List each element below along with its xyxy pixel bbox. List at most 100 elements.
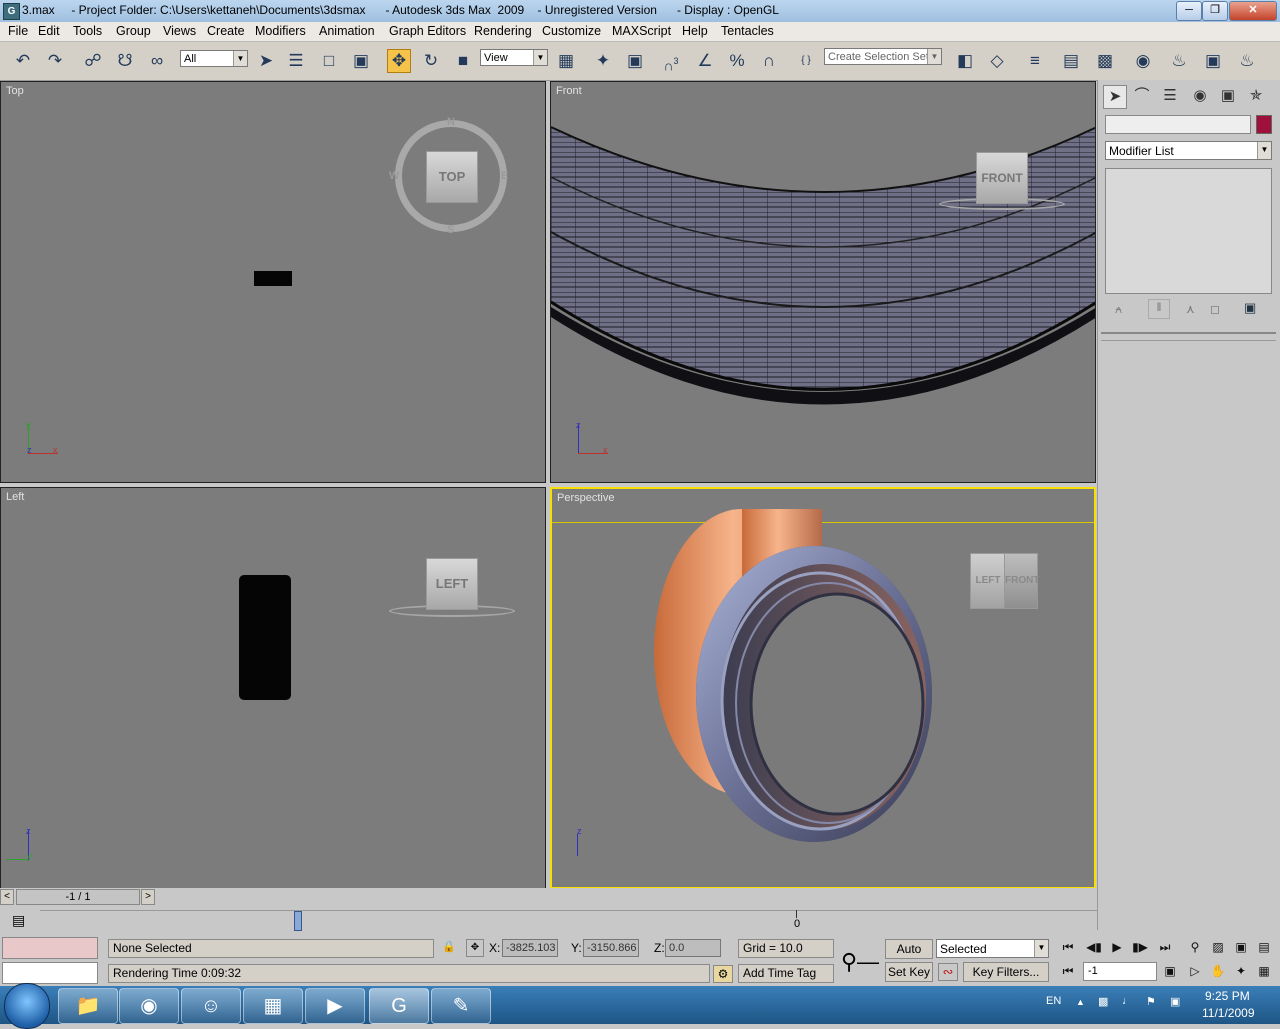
select-and-move-icon[interactable]: ✥: [387, 49, 411, 73]
auto-key-button[interactable]: Auto Key: [885, 939, 933, 974]
mirror-icon[interactable]: ◧: [954, 50, 976, 72]
close-icon[interactable]: ✕: [1229, 1, 1277, 21]
viewport-front[interactable]: Front FRONT z x: [550, 81, 1096, 483]
make-unique-icon[interactable]: ⋏: [1186, 302, 1195, 316]
select-and-scale-icon[interactable]: ■: [452, 50, 474, 72]
unlink-icon[interactable]: ☋: [114, 50, 136, 72]
manipulate-icon[interactable]: ✦: [592, 50, 614, 72]
selection-filter-dropdown[interactable]: All ▼: [180, 50, 248, 67]
angle-snap-icon[interactable]: ∠: [694, 50, 716, 72]
utilities-icon[interactable]: ✯: [1245, 85, 1267, 107]
next-frame-arrow-icon[interactable]: >: [141, 889, 155, 905]
zoom-extents-icon[interactable]: ▣: [1231, 938, 1251, 956]
pin-stack-icon[interactable]: ⍲: [1115, 302, 1122, 317]
key-mode-toggle-icon[interactable]: ⏮: [1058, 962, 1078, 980]
zoom-all-icon[interactable]: ▨: [1208, 938, 1228, 956]
start-button[interactable]: [4, 983, 50, 1029]
time-slider[interactable]: -1 / 1: [16, 889, 140, 905]
viewport-label[interactable]: Left: [6, 491, 24, 503]
pivot-center-icon[interactable]: ▦: [555, 50, 577, 72]
previous-frame-icon[interactable]: ◀▮: [1084, 938, 1104, 956]
align-icon[interactable]: ◇: [986, 50, 1008, 72]
calculator-icon[interactable]: ▦: [243, 988, 303, 1024]
render-production-icon[interactable]: ♨: [1236, 50, 1258, 72]
zoom-extents-all-icon[interactable]: ▤: [1254, 938, 1274, 956]
language-indicator[interactable]: EN: [1046, 995, 1061, 1007]
time-slider-handle[interactable]: [294, 911, 302, 931]
window-crossing-icon[interactable]: ▣: [350, 50, 372, 72]
add-time-tag-icon[interactable]: ⚙: [713, 965, 733, 983]
key-mode-dropdown[interactable]: Selected ▼: [936, 939, 1049, 958]
menu-help[interactable]: Help: [682, 24, 708, 38]
play-icon[interactable]: ▶: [1107, 938, 1127, 956]
maxscript-input-mini[interactable]: [2, 962, 98, 984]
key-filters-button[interactable]: Key Filters...: [963, 962, 1049, 982]
open-mini-curve-editor-icon[interactable]: ▤: [12, 912, 25, 929]
media-player-icon[interactable]: ▶: [305, 988, 365, 1024]
show-end-result-icon[interactable]: ‖: [1148, 299, 1170, 319]
rectangular-selection-icon[interactable]: □: [318, 50, 340, 72]
reference-coordinate-dropdown[interactable]: View ▼: [480, 49, 548, 66]
field-of-view-icon[interactable]: ▷: [1185, 962, 1205, 980]
schematic-view-icon[interactable]: ▩: [1094, 50, 1116, 72]
firefox-icon[interactable]: ◉: [119, 988, 179, 1024]
clock-time[interactable]: 9:25 PM: [1205, 989, 1250, 1003]
volume-icon[interactable]: ♩: [1122, 995, 1133, 1007]
select-and-rotate-icon[interactable]: ↻: [420, 50, 442, 72]
menu-modifiers[interactable]: Modifiers: [255, 24, 306, 38]
go-to-end-icon[interactable]: ⏭: [1155, 938, 1175, 956]
viewcube-front-face[interactable]: FRONT: [1004, 553, 1039, 609]
rendered-frame-window-icon[interactable]: ▣: [1202, 50, 1224, 72]
viewcube-top[interactable]: TOP: [426, 151, 478, 203]
curve-editor-icon[interactable]: ▤: [1060, 50, 1082, 72]
redo-icon[interactable]: ↷: [44, 50, 66, 72]
display-settings-icon[interactable]: ▣: [1170, 995, 1180, 1008]
menu-tentacles[interactable]: Tentacles: [721, 24, 774, 38]
track-bar-timeline[interactable]: [40, 910, 1097, 933]
default-in-out-tangents-icon[interactable]: ∾: [938, 963, 958, 981]
modify-icon[interactable]: ⌒: [1131, 85, 1153, 107]
previous-frame-arrow-icon[interactable]: <: [0, 889, 14, 905]
messenger-icon[interactable]: ☺: [181, 988, 241, 1024]
menu-group[interactable]: Group: [116, 24, 151, 38]
motion-icon[interactable]: ◉: [1189, 85, 1211, 107]
menu-edit[interactable]: Edit: [38, 24, 60, 38]
undo-icon[interactable]: ↶: [12, 50, 34, 72]
current-frame-field[interactable]: -1: [1083, 962, 1157, 981]
remove-modifier-icon[interactable]: ◻: [1210, 302, 1220, 316]
modifier-list-dropdown[interactable]: Modifier List ▼: [1105, 141, 1272, 160]
menu-graph-editors[interactable]: Graph Editors: [389, 24, 466, 38]
named-selection-sets-dropdown[interactable]: Create Selection Set ▼: [824, 48, 942, 65]
menu-animation[interactable]: Animation: [319, 24, 375, 38]
keyboard-shortcut-override-icon[interactable]: ▣: [624, 50, 646, 72]
time-configuration-icon[interactable]: ▣: [1160, 962, 1180, 980]
menu-file[interactable]: File: [8, 24, 28, 38]
percent-snap-icon[interactable]: %: [726, 50, 748, 72]
select-by-name-icon[interactable]: ☰: [285, 50, 307, 72]
restore-icon[interactable]: ❐: [1202, 1, 1228, 21]
3ds-max-icon[interactable]: G: [3, 3, 20, 20]
wheel-object-top-view[interactable]: [254, 271, 292, 286]
next-frame-icon[interactable]: ▮▶: [1130, 938, 1150, 956]
windows-explorer-icon[interactable]: 📁: [58, 988, 118, 1024]
y-coordinate-field[interactable]: -3150.866: [583, 939, 639, 957]
select-and-link-icon[interactable]: ☍: [82, 50, 104, 72]
menu-maxscript[interactable]: MAXScript: [612, 24, 671, 38]
modifier-stack[interactable]: [1105, 168, 1272, 294]
viewcube-front[interactable]: FRONT: [976, 152, 1028, 204]
z-coordinate-field[interactable]: 0.0: [665, 939, 721, 957]
edit-named-selection-icon[interactable]: { }: [795, 50, 817, 72]
viewport-top[interactable]: Top N S W E TOP y z x: [0, 81, 546, 483]
viewcube-left[interactable]: LEFT: [426, 558, 478, 610]
display-icon[interactable]: ▣: [1217, 85, 1239, 107]
hierarchy-icon[interactable]: ☰: [1159, 85, 1181, 107]
configure-modifier-sets-icon[interactable]: ▣: [1244, 300, 1256, 316]
menu-tools[interactable]: Tools: [73, 24, 102, 38]
spinner-snap-icon[interactable]: ∩: [758, 50, 780, 72]
set-key-icon[interactable]: ⚲—: [840, 944, 880, 980]
menu-rendering[interactable]: Rendering: [474, 24, 532, 38]
menu-create[interactable]: Create: [207, 24, 245, 38]
maximize-viewport-icon[interactable]: ▦: [1254, 962, 1274, 980]
pan-view-icon[interactable]: ✋: [1208, 962, 1228, 980]
material-editor-icon[interactable]: ◉: [1132, 50, 1154, 72]
